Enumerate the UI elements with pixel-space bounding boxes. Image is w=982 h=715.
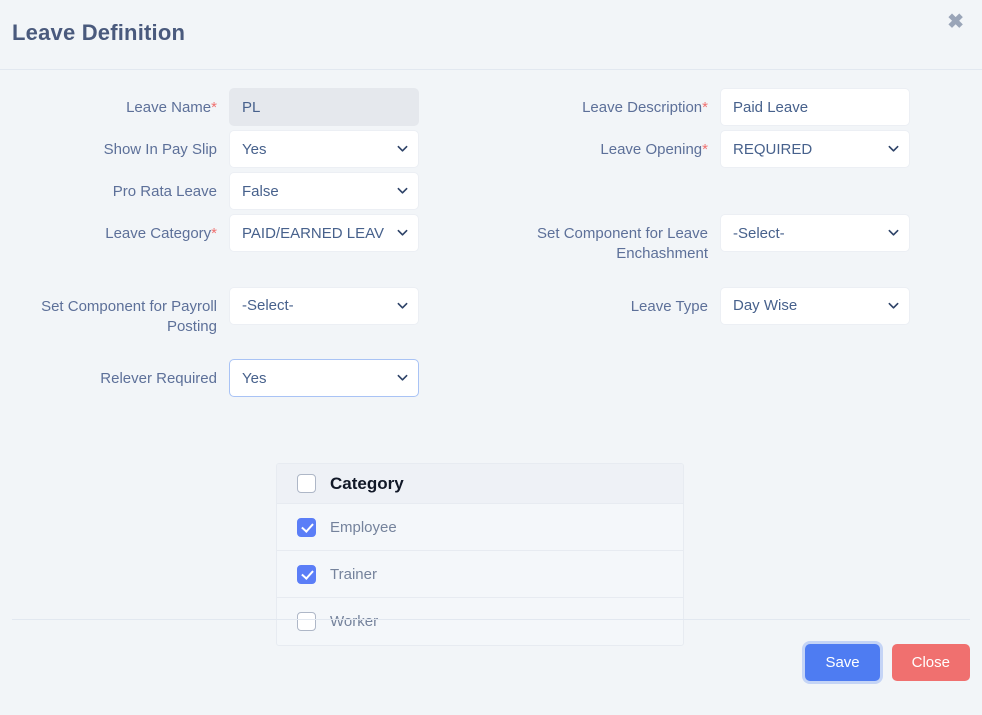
leave-name-input[interactable] xyxy=(229,88,419,126)
leave-opening-label-text: Leave Opening xyxy=(600,141,703,158)
leave-description-control xyxy=(720,88,982,126)
leave-description-input[interactable] xyxy=(720,88,910,126)
leave-category-select[interactable]: PAID/EARNED LEAV xyxy=(229,214,419,252)
row-checkbox-trainer[interactable] xyxy=(297,564,316,584)
set-component-payroll-posting-select-wrap: -Select- xyxy=(229,286,419,325)
leave-opening-select-wrap: REQUIRED xyxy=(720,130,910,168)
set-component-leave-enchashment-label: Set Component for Leave Enchashment xyxy=(537,225,708,263)
field-group-empty-1 xyxy=(491,172,982,210)
leave-name-control xyxy=(229,88,491,126)
form-row-6: Relever Required Yes xyxy=(0,359,982,397)
row-label-employee: Employee xyxy=(330,518,397,536)
set-component-payroll-posting-label: Set Component for Payroll Posting xyxy=(41,297,217,335)
set-component-leave-enchashment-select[interactable]: -Select- xyxy=(720,214,910,252)
leave-description-label: Leave Description* xyxy=(491,88,720,118)
table-row[interactable]: Trainer xyxy=(277,551,683,598)
pro-rata-leave-select-wrap: False xyxy=(229,172,419,210)
set-component-payroll-posting-control: -Select- xyxy=(229,286,491,325)
leave-definition-dialog: Leave Definition ✖ Leave Name* Leave Des… xyxy=(0,0,982,715)
leave-opening-control: REQUIRED xyxy=(720,130,982,168)
form-row-4: Leave Category* PAID/EARNED LEAV Set Com… xyxy=(0,214,982,265)
leave-description-label-text: Leave Description xyxy=(582,99,703,116)
show-in-pay-slip-control: Yes xyxy=(229,130,491,168)
page-title: Leave Definition xyxy=(12,20,186,45)
row-spacer xyxy=(0,265,982,287)
show-in-pay-slip-label: Show In Pay Slip xyxy=(0,130,229,160)
row-spacer xyxy=(0,337,982,359)
pro-rata-leave-select[interactable]: False xyxy=(229,172,419,210)
leave-category-control: PAID/EARNED LEAV xyxy=(229,214,491,252)
required-asterisk: * xyxy=(211,225,217,242)
leave-category-select-wrap: PAID/EARNED LEAV xyxy=(229,214,419,252)
field-group-pro-rata-leave: Pro Rata Leave False xyxy=(0,172,491,210)
dialog-footer: Save Close xyxy=(12,619,970,715)
required-asterisk: * xyxy=(211,99,217,116)
required-asterisk: * xyxy=(702,99,708,116)
relever-required-label: Relever Required xyxy=(100,370,217,387)
leave-name-label-text: Leave Name xyxy=(126,99,212,116)
category-table-header-row: Category xyxy=(277,464,683,504)
leave-type-select[interactable]: Day Wise xyxy=(720,286,910,325)
field-group-leave-name: Leave Name* xyxy=(0,88,491,126)
pro-rata-leave-label: Pro Rata Leave xyxy=(0,172,229,202)
set-component-payroll-posting-select[interactable]: -Select- xyxy=(229,286,419,325)
show-in-pay-slip-select-wrap: Yes xyxy=(229,130,419,168)
field-group-leave-description: Leave Description* xyxy=(491,88,982,126)
form-row-2: Show In Pay Slip Yes Leave Opening* REQU… xyxy=(0,130,982,168)
leave-opening-select[interactable]: REQUIRED xyxy=(720,130,910,168)
save-button[interactable]: Save xyxy=(805,644,880,681)
select-all-checkbox[interactable] xyxy=(297,474,316,493)
table-row[interactable]: Employee xyxy=(277,504,683,551)
leave-name-label: Leave Name* xyxy=(0,88,229,118)
pro-rata-leave-label-text: Pro Rata Leave xyxy=(112,183,217,200)
set-component-leave-enchashment-select-wrap: -Select- xyxy=(720,214,910,252)
dialog-header: Leave Definition ✖ xyxy=(0,0,982,70)
show-in-pay-slip-select[interactable]: Yes xyxy=(229,130,419,168)
relever-required-control: Yes xyxy=(229,359,491,397)
form-row-5: Set Component for Payroll Posting -Selec… xyxy=(0,286,982,338)
show-in-pay-slip-label-text: Show In Pay Slip xyxy=(103,141,217,158)
leave-type-select-wrap: Day Wise xyxy=(720,286,910,325)
dialog-body: Leave Name* Leave Description* Show In P… xyxy=(0,70,982,646)
field-group-leave-category: Leave Category* PAID/EARNED LEAV xyxy=(0,214,491,265)
leave-type-label: Leave Type xyxy=(630,297,708,315)
field-group-empty-2 xyxy=(491,359,982,397)
field-group-relever-required: Relever Required Yes xyxy=(0,359,491,397)
footer-button-group: Save Close xyxy=(805,644,970,681)
field-group-set-component-payroll-posting: Set Component for Payroll Posting -Selec… xyxy=(0,286,491,338)
category-column-header: Category xyxy=(330,473,404,493)
field-group-leave-opening: Leave Opening* REQUIRED xyxy=(491,130,982,168)
field-group-show-in-pay-slip: Show In Pay Slip Yes xyxy=(0,130,491,168)
field-group-set-component-leave-enchashment: Set Component for Leave Enchashment -Sel… xyxy=(491,214,982,265)
close-x-icon[interactable]: ✖ xyxy=(943,8,968,36)
set-component-leave-enchashment-control: -Select- xyxy=(720,214,982,252)
field-group-leave-type: Leave Type Day Wise xyxy=(491,286,982,338)
leave-category-label-text: Leave Category xyxy=(105,225,212,242)
relever-required-select-wrap: Yes xyxy=(229,359,419,397)
pro-rata-leave-control: False xyxy=(229,172,491,210)
leave-opening-label: Leave Opening* xyxy=(491,130,720,160)
form-row-1: Leave Name* Leave Description* xyxy=(0,88,982,126)
required-asterisk: * xyxy=(702,141,708,158)
form-row-3: Pro Rata Leave False xyxy=(0,172,982,210)
leave-category-label: Leave Category* xyxy=(0,214,229,244)
close-button[interactable]: Close xyxy=(891,644,970,681)
row-checkbox-employee[interactable] xyxy=(297,517,316,537)
row-label-trainer: Trainer xyxy=(330,565,377,583)
leave-type-control: Day Wise xyxy=(720,286,982,325)
relever-required-select[interactable]: Yes xyxy=(229,359,419,397)
